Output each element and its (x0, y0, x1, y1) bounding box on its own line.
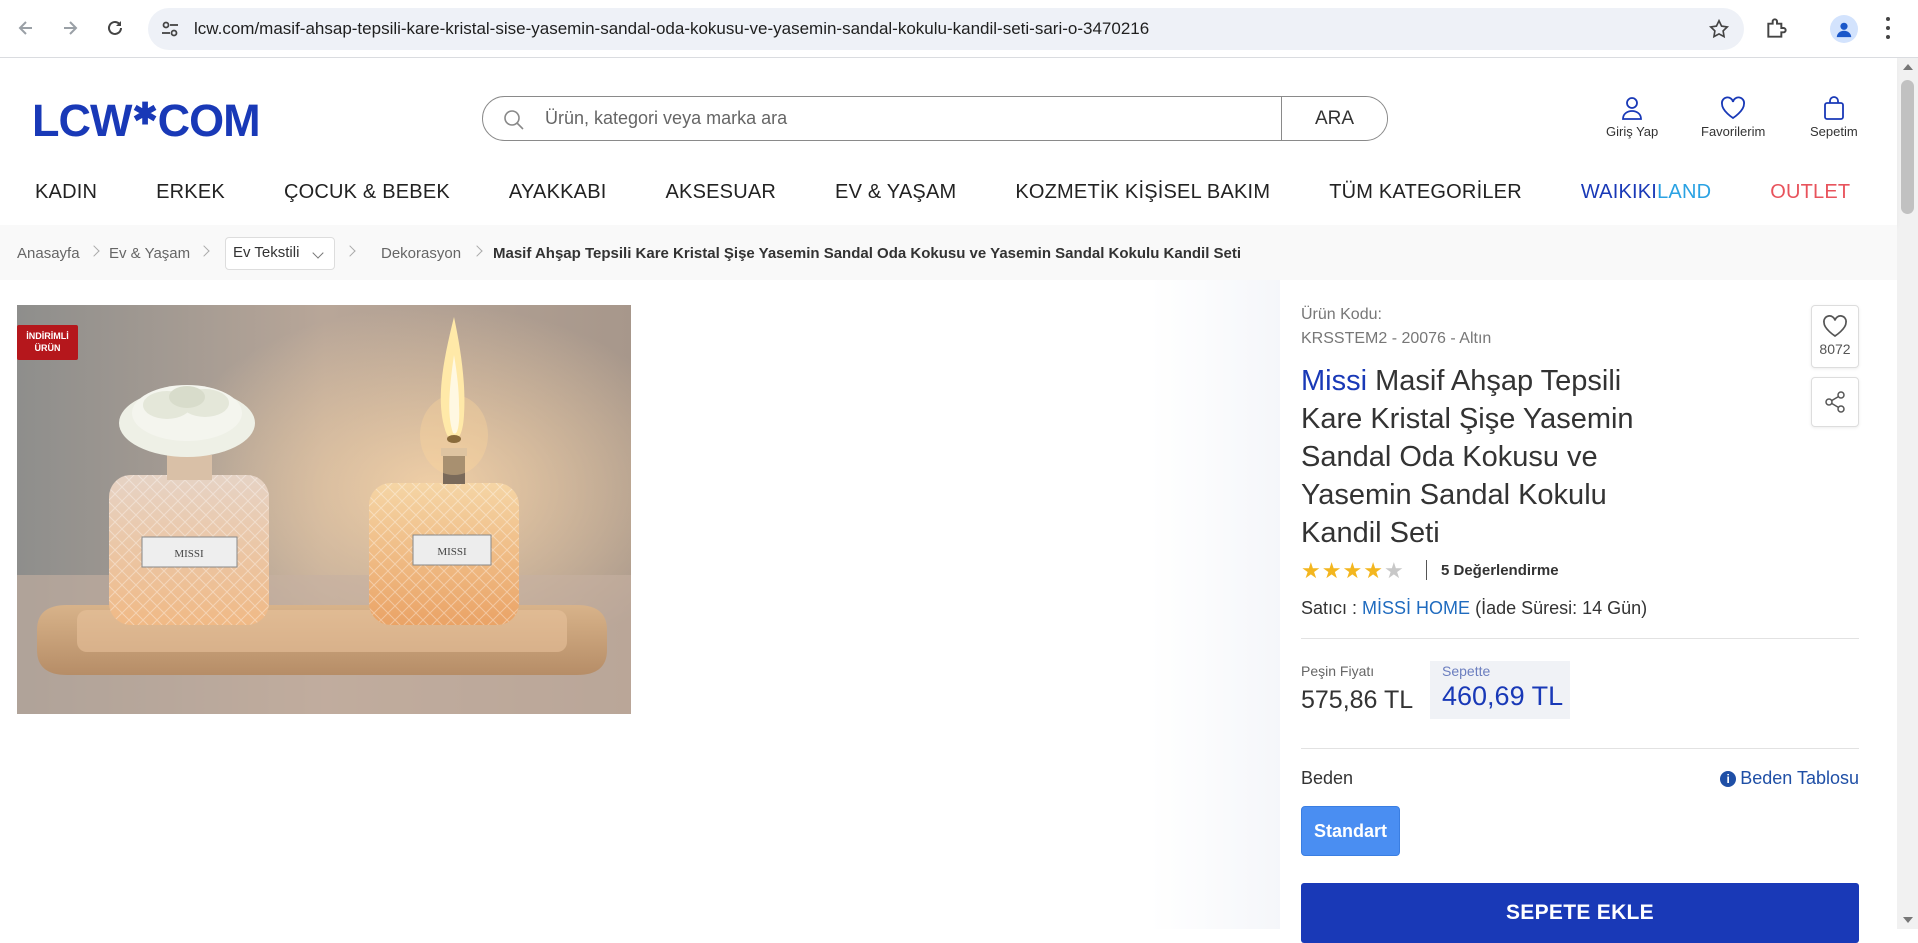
profile-avatar-icon[interactable] (1830, 15, 1858, 43)
login-label: Giriş Yap (1606, 124, 1659, 139)
nav-item-aksesuar[interactable]: AKSESUAR (666, 181, 777, 211)
nav-item-kadin[interactable]: KADIN (35, 181, 97, 211)
breadcrumb: Anasayfa Ev & Yaşam Ev Tekstili Dekorasy… (0, 225, 1897, 280)
breadcrumb-dekorasyon[interactable]: Dekorasyon (381, 245, 461, 262)
star-icon: ★ (1342, 558, 1363, 583)
search-icon (503, 109, 525, 131)
badge-line-1: İNDİRİMLİ (26, 331, 69, 341)
seller-name-link[interactable]: MİSSİ HOME (1362, 598, 1470, 618)
address-bar[interactable]: lcw.com/masif-ahsap-tepsili-kare-kristal… (148, 8, 1744, 50)
favorites-button[interactable]: Favorilerim (1701, 94, 1765, 139)
info-icon: i (1720, 770, 1737, 787)
browser-toolbar: lcw.com/masif-ahsap-tepsili-kare-kristal… (0, 0, 1918, 58)
site-header: LCW✱COM ARA Giriş Yap Favorilerim Sepeti… (0, 58, 1897, 225)
shopping-bag-icon (1823, 96, 1844, 120)
nav-item-erkek[interactable]: ERKEK (156, 181, 225, 211)
search-button[interactable]: ARA (1281, 97, 1387, 140)
heart-icon (1823, 315, 1847, 338)
dropdown-label: Ev Tekstili (233, 244, 300, 261)
divider (1301, 748, 1859, 749)
site-settings-icon[interactable] (160, 19, 180, 39)
nav-item-tum-kategoriler[interactable]: TÜM KATEGORİLER (1329, 181, 1522, 211)
right-bottle-label: MISSI (437, 546, 467, 558)
nav-item-ev-yasam[interactable]: EV & YAŞAM (835, 181, 956, 211)
share-icon (1825, 391, 1845, 413)
scroll-down-arrow-icon[interactable] (1903, 917, 1913, 923)
size-option-standart[interactable]: Standart (1301, 806, 1400, 856)
size-table-label: Beden Tablosu (1740, 768, 1859, 788)
forward-arrow-icon[interactable] (56, 14, 84, 42)
breadcrumb-chevron-icon (198, 245, 210, 257)
basket-price: 460,69 TL (1442, 681, 1564, 711)
breadcrumb-ev-yasam[interactable]: Ev & Yaşam (109, 245, 190, 262)
breadcrumb-chevron-icon (471, 245, 483, 257)
user-icon (1622, 97, 1643, 120)
heart-icon (1721, 96, 1746, 120)
nav-item-ayakkabi[interactable]: AYAKKABI (509, 181, 607, 211)
favorite-button[interactable]: 8072 (1811, 305, 1859, 368)
nav-item-cocuk-bebek[interactable]: ÇOCUK & BEBEK (284, 181, 450, 211)
search-input[interactable] (545, 97, 1245, 140)
basket-price-box: Sepette 460,69 TL (1430, 661, 1570, 719)
star-icon: ★ (1321, 558, 1342, 583)
main-navigation: KADIN ERKEK ÇOCUK & BEBEK AYAKKABI AKSES… (35, 181, 1909, 211)
browser-menu-icon[interactable] (1883, 14, 1893, 42)
rating-stars[interactable]: ★ ★ ★ ★ ★ (1301, 560, 1405, 582)
favorite-count: 8072 (1819, 341, 1851, 357)
product-info-panel: Ürün Kodu: KRSSTEM2 - 20076 - Altın Miss… (1283, 280, 1897, 943)
logo-star-icon: ✱ (132, 98, 157, 131)
product-brand-link[interactable]: Missi (1301, 365, 1367, 397)
search-bar: ARA (482, 96, 1388, 141)
breadcrumb-chevron-icon (88, 245, 100, 257)
waikikiland-text-b: LAND (1657, 181, 1712, 203)
add-to-cart-button[interactable]: SEPETE EKLE (1301, 883, 1859, 943)
waikikiland-text-a: WAIKIKI (1580, 181, 1658, 203)
seller-info: Satıcı : MİSSİ HOME (İade Süresi: 14 Gün… (1301, 598, 1647, 619)
cart-label: Sepetim (1810, 124, 1858, 139)
breadcrumb-category-dropdown[interactable]: Ev Tekstili (225, 237, 335, 270)
share-button[interactable] (1811, 377, 1859, 427)
scroll-up-arrow-icon[interactable] (1903, 64, 1913, 70)
extensions-puzzle-icon[interactable] (1764, 15, 1790, 41)
star-empty-icon: ★ (1383, 558, 1404, 583)
rating-count-link[interactable]: 5 Değerlendirme (1441, 562, 1559, 579)
login-button[interactable]: Giriş Yap (1606, 94, 1658, 139)
logo-text-left: LCW (32, 95, 132, 146)
reload-icon[interactable] (101, 14, 129, 42)
badge-line-2: ÜRÜN (34, 343, 61, 353)
nav-item-outlet[interactable]: OUTLET (1770, 181, 1850, 211)
url-text[interactable]: lcw.com/masif-ahsap-tepsili-kare-kristal… (194, 19, 1149, 39)
product-image[interactable]: MISSI MISSI (17, 305, 631, 714)
product-code-label: Ürün Kodu: (1301, 306, 1382, 323)
cash-price: 575,86 TL (1301, 686, 1414, 714)
cart-button[interactable]: Sepetim (1810, 94, 1858, 139)
divider (1301, 638, 1859, 639)
rating-divider (1426, 560, 1427, 580)
star-icon: ★ (1363, 558, 1383, 583)
lcw-logo[interactable]: LCW✱COM (32, 95, 261, 146)
nav-item-kozmetik[interactable]: KOZMETİK KİŞİSEL BAKIM (1015, 181, 1270, 211)
size-label: Beden (1301, 768, 1354, 788)
back-arrow-icon[interactable] (12, 14, 40, 42)
product-title: Missi Masif Ahşap Tepsili Kare Kristal Ş… (1301, 362, 1661, 552)
discount-badge: İNDİRİMLİ ÜRÜN (17, 325, 78, 360)
star-icon: ★ (1301, 558, 1321, 583)
size-table-link[interactable]: i Beden Tablosu (1720, 768, 1859, 789)
basket-price-label: Sepette (1442, 663, 1491, 679)
seller-prefix: Satıcı : (1301, 598, 1358, 618)
left-bottle-label: MISSI (174, 548, 204, 560)
product-code-value: KRSSTEM2 - 20076 - Altın (1301, 330, 1492, 347)
panel-shadow (1150, 280, 1280, 929)
bookmark-star-icon[interactable] (1708, 18, 1730, 40)
cash-price-label: Peşin Fiyatı (1301, 663, 1375, 679)
chevron-down-icon (312, 247, 324, 259)
favorites-label: Favorilerim (1701, 124, 1766, 139)
breadcrumb-current: Masif Ahşap Tepsili Kare Kristal Şişe Ya… (493, 245, 1242, 262)
return-period: (İade Süresi: 14 Gün) (1475, 598, 1648, 618)
breadcrumb-chevron-icon (344, 245, 356, 257)
breadcrumb-home[interactable]: Anasayfa (17, 245, 80, 262)
nav-item-waikikiland[interactable]: WAIKIKILAND (1581, 181, 1711, 211)
logo-text-right: COM (157, 95, 261, 146)
